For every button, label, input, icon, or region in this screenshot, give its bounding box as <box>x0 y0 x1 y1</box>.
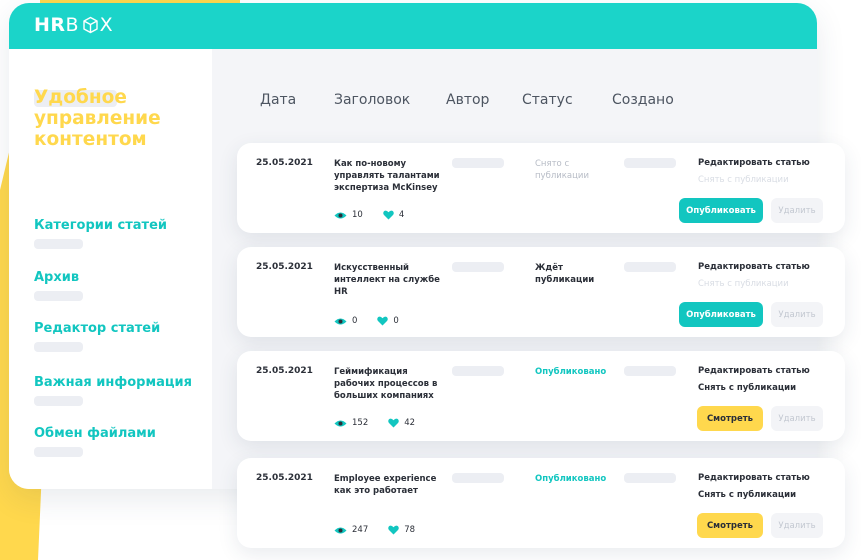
views-count: 0 <box>352 316 358 326</box>
row-status: Опубликовано <box>535 367 607 377</box>
edit-article-link[interactable]: Редактировать статью <box>698 262 810 272</box>
row-date: 25.05.2021 <box>256 262 313 272</box>
eye-icon <box>334 420 347 426</box>
row-stats: 0 0 <box>334 316 419 326</box>
row-date: 25.05.2021 <box>256 158 313 168</box>
publish-button[interactable]: Опубликовать <box>679 302 763 327</box>
likes-count: 78 <box>404 525 416 535</box>
views-stat: 10 <box>334 210 363 220</box>
author-placeholder <box>452 366 504 376</box>
column-header-author[interactable]: Автор <box>446 92 489 108</box>
row-title[interactable]: Employee experience как это работает <box>334 473 444 497</box>
row-title[interactable]: Искусственный интеллект на службе HR <box>334 262 440 298</box>
likes-count: 0 <box>393 316 399 326</box>
created-placeholder <box>624 366 676 376</box>
created-placeholder <box>624 262 676 272</box>
row-date: 25.05.2021 <box>256 366 313 376</box>
unpublish-link[interactable]: Снять с публикации <box>698 279 789 289</box>
likes-stat: 4 <box>383 210 404 220</box>
table-row: 25.05.2021 Employee experience как это р… <box>237 458 845 548</box>
row-status: Ждёт публикации <box>535 263 595 285</box>
created-placeholder <box>624 473 676 483</box>
sidebar-item-editor[interactable]: Редактор статей <box>34 321 160 336</box>
column-header-date[interactable]: Дата <box>260 92 296 108</box>
likes-count: 42 <box>404 418 416 428</box>
author-placeholder <box>452 262 504 272</box>
sidebar-item-important-info[interactable]: Важная информация <box>34 375 192 390</box>
row-date: 25.05.2021 <box>256 473 313 483</box>
heart-icon <box>388 525 399 535</box>
publish-button[interactable]: Опубликовать <box>679 198 763 223</box>
edit-article-link[interactable]: Редактировать статью <box>698 366 810 376</box>
row-status: Снято с публикации <box>535 159 589 181</box>
column-header-status[interactable]: Статус <box>522 92 573 108</box>
views-count: 10 <box>352 210 363 220</box>
view-button[interactable]: Смотреть <box>697 406 763 431</box>
row-title[interactable]: Как по-новому управлять талантами экспер… <box>334 158 446 194</box>
unpublish-link[interactable]: Снять с публикации <box>698 175 789 185</box>
sidebar-item-categories[interactable]: Категории статей <box>34 218 167 233</box>
edit-article-link[interactable]: Редактировать статью <box>698 473 810 483</box>
row-stats: 152 42 <box>334 418 435 428</box>
table-row: 25.05.2021 Как по-новому управлять талан… <box>237 143 845 233</box>
sidebar-item-archive[interactable]: Архив <box>34 270 79 285</box>
edit-article-link[interactable]: Редактировать статью <box>698 158 810 168</box>
sidebar-item-placeholder <box>34 291 83 301</box>
sidebar-title: Удобное управление контентом <box>34 87 161 150</box>
box-icon <box>82 16 98 34</box>
created-placeholder <box>624 158 676 168</box>
row-stats: 10 4 <box>334 210 424 220</box>
sidebar-item-placeholder <box>34 342 83 352</box>
unpublish-link[interactable]: Снять с публикации <box>698 490 796 500</box>
heart-icon <box>383 210 394 220</box>
heart-icon <box>388 418 399 428</box>
column-header-created[interactable]: Создано <box>612 92 674 108</box>
sidebar-item-placeholder <box>34 447 83 457</box>
table-row: 25.05.2021 Геймификация рабочих процессо… <box>237 351 845 441</box>
likes-stat: 42 <box>388 418 415 428</box>
likes-count: 4 <box>398 210 405 220</box>
logo: HR B X <box>34 14 115 36</box>
eye-icon <box>334 318 347 324</box>
row-stats: 247 78 <box>334 525 435 535</box>
views-stat: 0 <box>334 316 357 326</box>
unpublish-link[interactable]: Снять с публикации <box>698 383 796 393</box>
author-placeholder <box>452 473 504 483</box>
delete-button[interactable]: Удалить <box>771 198 823 223</box>
author-placeholder <box>452 158 504 168</box>
heart-icon <box>377 316 389 326</box>
sidebar-item-placeholder <box>34 396 83 406</box>
views-count: 247 <box>352 525 369 535</box>
row-status: Опубликовано <box>535 474 607 484</box>
likes-stat: 78 <box>388 525 415 535</box>
delete-button[interactable]: Удалить <box>771 406 823 431</box>
likes-stat: 0 <box>377 316 399 326</box>
eye-icon <box>334 527 347 533</box>
sidebar-item-file-exchange[interactable]: Обмен файлами <box>34 426 156 441</box>
view-button[interactable]: Смотреть <box>697 513 763 538</box>
top-bar: HR B X <box>9 3 817 49</box>
views-count: 152 <box>352 418 369 428</box>
column-header-title[interactable]: Заголовок <box>334 92 410 108</box>
views-stat: 152 <box>334 418 368 428</box>
delete-button[interactable]: Удалить <box>771 513 823 538</box>
table-row: 25.05.2021 Искусственный интеллект на сл… <box>237 247 845 337</box>
views-stat: 247 <box>334 525 368 535</box>
row-title[interactable]: Геймификация рабочих процессов в больших… <box>334 366 442 402</box>
sidebar-item-placeholder <box>34 239 83 249</box>
eye-icon <box>334 212 347 218</box>
delete-button[interactable]: Удалить <box>771 302 823 327</box>
